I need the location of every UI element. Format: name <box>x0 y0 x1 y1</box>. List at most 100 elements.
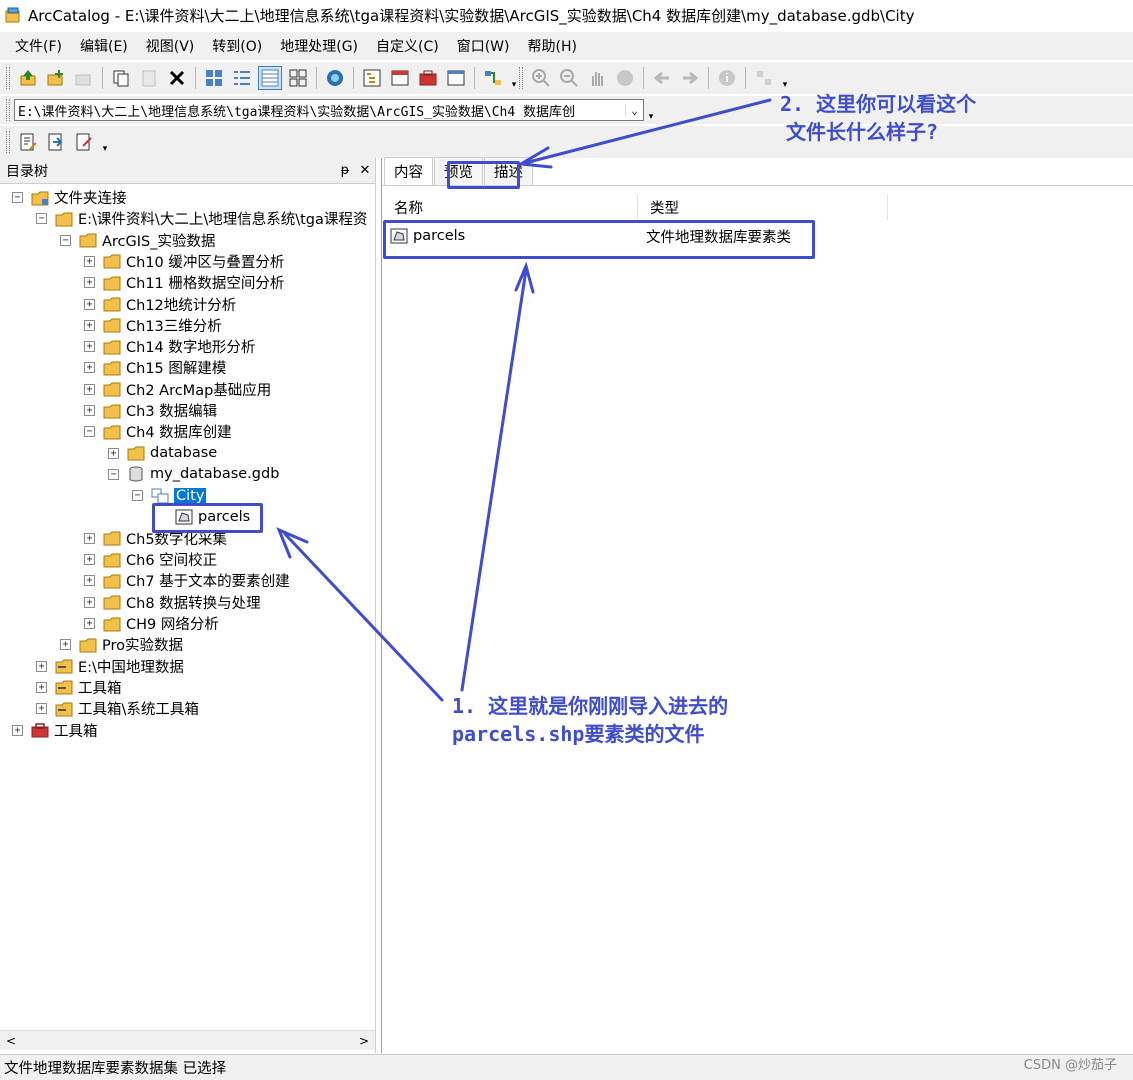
tree-item[interactable]: + Ch2 ArcMap基础应用 <box>84 379 271 400</box>
toolbar-grip[interactable] <box>6 131 10 153</box>
disconnect-folder-icon[interactable] <box>72 66 96 90</box>
collapse-icon[interactable]: − <box>108 468 119 480</box>
tree-item[interactable]: − my_database.gdb <box>108 464 279 485</box>
tree-item-label[interactable]: E:\课件资料\大二上\地理信息系统\tga课程资 <box>78 208 367 229</box>
tree-item[interactable]: − Ch4 数据库创建 <box>84 421 232 442</box>
tree-item[interactable]: + Ch13三维分析 <box>84 315 222 336</box>
tree-item[interactable]: + Ch6 空间校正 <box>84 549 217 570</box>
toolbar-grip[interactable] <box>6 99 10 121</box>
tree-item-label[interactable]: 工具箱 <box>78 677 122 698</box>
up-one-level-icon[interactable] <box>16 66 40 90</box>
tree-item[interactable]: − E:\课件资料\大二上\地理信息系统\tga课程资 <box>36 208 367 229</box>
tree-item[interactable]: parcels <box>156 507 250 528</box>
tree-item[interactable]: + Ch11 栅格数据空间分析 <box>84 272 284 293</box>
tree-item-label[interactable]: Ch15 图解建模 <box>126 357 226 378</box>
menu-view[interactable]: 视图(V) <box>137 34 204 58</box>
delete-icon[interactable] <box>165 66 189 90</box>
toolbar-grip[interactable] <box>519 67 523 89</box>
scroll-left-icon[interactable]: < <box>6 1034 16 1048</box>
close-icon[interactable]: ✕ <box>355 163 375 178</box>
tree-item-label[interactable]: 文件夹连接 <box>54 187 127 208</box>
tab-description[interactable]: 描述 <box>484 157 533 185</box>
toolbar-grip[interactable] <box>6 67 10 89</box>
expand-icon[interactable]: + <box>84 405 95 416</box>
expand-icon[interactable]: + <box>84 362 95 374</box>
toolbar-overflow-icon[interactable]: ▾ <box>509 66 519 90</box>
expand-icon[interactable]: + <box>84 618 95 629</box>
chevron-down-icon[interactable]: ⌄ <box>625 103 643 117</box>
thumbnails-view-icon[interactable] <box>286 66 310 90</box>
modelbuilder-icon[interactable] <box>481 66 505 90</box>
table-row[interactable]: parcels 文件地理数据库要素类 <box>390 224 791 248</box>
expand-icon[interactable]: + <box>36 660 47 672</box>
tree-item[interactable]: + Ch7 基于文本的要素创建 <box>84 570 290 591</box>
tree-item[interactable]: + database <box>108 443 217 464</box>
tree-item-label[interactable]: Ch7 基于文本的要素创建 <box>126 570 290 591</box>
column-header-type[interactable]: 类型 <box>638 194 888 220</box>
expand-icon[interactable]: + <box>84 298 95 310</box>
search-window-icon[interactable] <box>388 66 412 90</box>
tree-item-label[interactable]: Ch6 空间校正 <box>126 549 217 570</box>
expand-icon[interactable]: + <box>60 639 71 651</box>
tree-item-label[interactable]: Ch5数字化采集 <box>126 528 227 549</box>
tree-item-label[interactable]: Ch11 栅格数据空间分析 <box>126 272 284 293</box>
tree-item-label[interactable]: ArcGIS_实验数据 <box>102 230 216 251</box>
tree-item-label[interactable]: my_database.gdb <box>150 466 279 482</box>
tree-item-label[interactable]: database <box>150 445 217 461</box>
expand-icon[interactable]: + <box>84 575 95 587</box>
expand-icon[interactable]: + <box>84 319 95 331</box>
details-view-icon[interactable] <box>258 66 282 90</box>
tree-item-label[interactable]: Pro实验数据 <box>102 634 183 655</box>
toolbar-overflow-icon[interactable]: ▾ <box>100 130 110 154</box>
tree-item-label[interactable]: Ch3 数据编辑 <box>126 400 217 421</box>
expand-icon[interactable]: + <box>36 703 47 715</box>
list-view-icon[interactable] <box>230 66 254 90</box>
expand-icon[interactable]: + <box>108 447 119 459</box>
expand-icon[interactable]: + <box>84 255 95 267</box>
import-metadata-icon[interactable] <box>44 130 68 154</box>
tree-item-label[interactable]: Ch2 ArcMap基础应用 <box>126 379 271 400</box>
tab-preview[interactable]: 预览 <box>434 157 483 185</box>
arctoolbox-window-icon[interactable] <box>416 66 440 90</box>
forward-arrow-icon[interactable] <box>678 66 702 90</box>
expand-icon[interactable]: + <box>84 596 95 608</box>
tab-contents[interactable]: 内容 <box>384 157 433 185</box>
tree-item[interactable]: + Ch8 数据转换与处理 <box>84 592 261 613</box>
toolbar-overflow-icon[interactable]: ▾ <box>646 98 656 122</box>
menu-edit[interactable]: 编辑(E) <box>71 34 137 58</box>
scroll-right-icon[interactable]: > <box>359 1034 369 1048</box>
tree-item-label[interactable]: Ch14 数字地形分析 <box>126 336 255 357</box>
pan-icon[interactable] <box>585 66 609 90</box>
expand-icon[interactable]: + <box>84 341 95 353</box>
expand-icon[interactable]: + <box>84 383 95 395</box>
tree-item[interactable]: + 工具箱\系统工具箱 <box>36 698 199 719</box>
tree-item[interactable]: + Ch12地统计分析 <box>84 294 236 315</box>
expand-icon[interactable]: + <box>84 532 95 544</box>
expand-icon[interactable]: + <box>84 554 95 566</box>
tree-item[interactable]: + Ch5数字化采集 <box>84 528 227 549</box>
tree-item[interactable]: + Ch10 缓冲区与叠置分析 <box>84 251 284 272</box>
paste-icon[interactable] <box>137 66 161 90</box>
expand-icon[interactable]: + <box>12 724 23 736</box>
export-metadata-icon[interactable] <box>72 130 96 154</box>
pin-icon[interactable]: ᵽ <box>335 163 355 178</box>
tree-item-label[interactable]: CH9 网络分析 <box>126 613 219 634</box>
menu-geoprocessing[interactable]: 地理处理(G) <box>271 34 367 58</box>
connect-folder-icon[interactable] <box>44 66 68 90</box>
tree-item[interactable]: + CH9 网络分析 <box>84 613 219 634</box>
zoom-out-icon[interactable] <box>557 66 581 90</box>
tree-item[interactable]: − City <box>132 485 207 506</box>
python-window-icon[interactable] <box>444 66 468 90</box>
menu-windows[interactable]: 窗口(W) <box>448 34 519 58</box>
tree-item-label[interactable]: Ch13三维分析 <box>126 315 222 336</box>
tree-item-label[interactable]: 工具箱 <box>54 720 98 741</box>
collapse-icon[interactable]: − <box>84 426 95 438</box>
tree-item[interactable]: + 工具箱 <box>36 677 122 698</box>
tree-item-label[interactable]: parcels <box>198 509 250 525</box>
tree-item-label[interactable]: Ch4 数据库创建 <box>126 421 232 442</box>
menu-customize[interactable]: 自定义(C) <box>367 34 448 58</box>
tree-item[interactable]: − ArcGIS_实验数据 <box>60 230 216 251</box>
menu-file[interactable]: 文件(F) <box>6 34 71 58</box>
column-header-name[interactable]: 名称 <box>382 194 638 220</box>
tree-item[interactable]: + E:\中国地理数据 <box>36 656 184 677</box>
